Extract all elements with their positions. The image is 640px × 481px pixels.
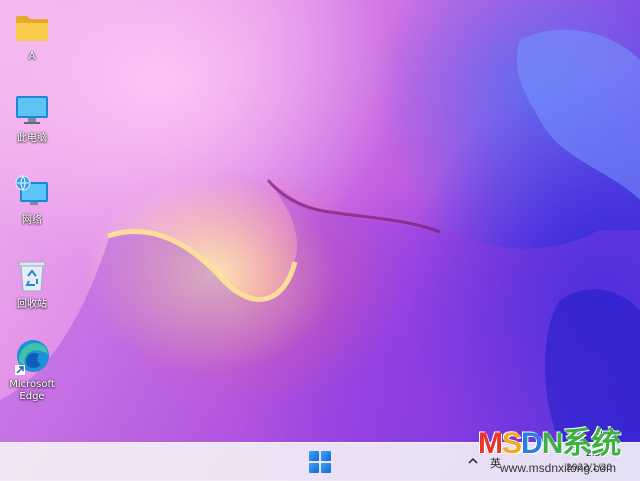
desktop-icon-folder-a[interactable]: A bbox=[4, 8, 60, 63]
desktop-icon-this-pc[interactable]: 此电脑 bbox=[4, 90, 60, 145]
desktop-icon-label: A bbox=[28, 51, 36, 62]
watermark-text: MSDN系统 bbox=[478, 427, 621, 460]
watermark: MSDN系统 www.msdnxitong.com bbox=[478, 428, 638, 478]
desktop-icon-recycle-bin[interactable]: 回收站 bbox=[4, 256, 60, 311]
watermark-url: www.msdnxitong.com bbox=[500, 461, 617, 475]
desktop-icon-edge[interactable]: Microsoft Edge bbox=[4, 336, 60, 403]
windows-logo-icon bbox=[309, 451, 319, 461]
network-icon bbox=[12, 172, 52, 212]
folder-icon bbox=[12, 8, 52, 48]
desktop-icon-label: Microsoft Edge bbox=[9, 379, 55, 402]
recycle-bin-icon bbox=[12, 256, 52, 296]
wallpaper bbox=[0, 29, 640, 442]
desktop-icon-network[interactable]: 网络 bbox=[4, 172, 60, 227]
desktop-icon-label: 回收站 bbox=[17, 299, 47, 310]
computer-icon bbox=[12, 90, 52, 130]
edge-icon bbox=[12, 336, 52, 376]
start-button[interactable] bbox=[309, 451, 331, 473]
desktop-icon-label: 网络 bbox=[22, 215, 42, 226]
desktop-icon-label: 此电脑 bbox=[17, 133, 47, 144]
